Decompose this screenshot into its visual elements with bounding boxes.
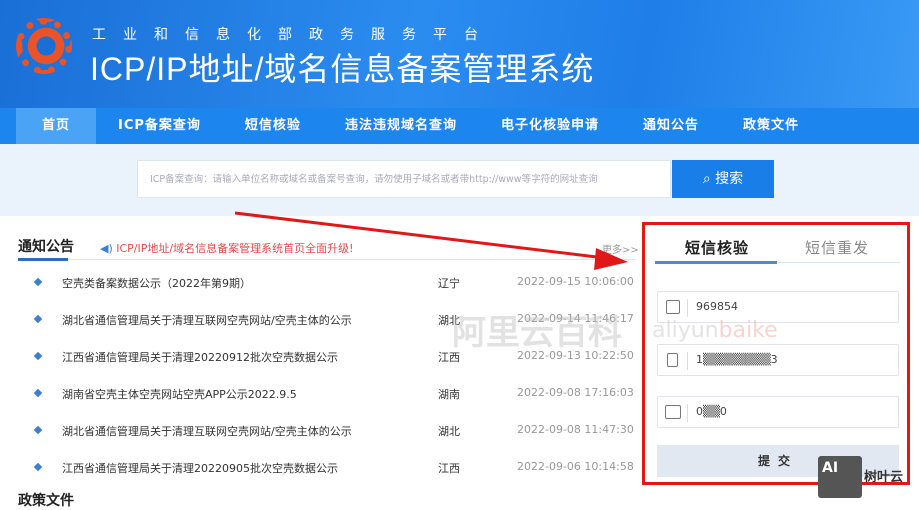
- red-arrow-annotation: [234, 211, 628, 270]
- brand-label: 树叶云: [864, 470, 904, 485]
- ai-badge-logo: AI: [818, 456, 862, 498]
